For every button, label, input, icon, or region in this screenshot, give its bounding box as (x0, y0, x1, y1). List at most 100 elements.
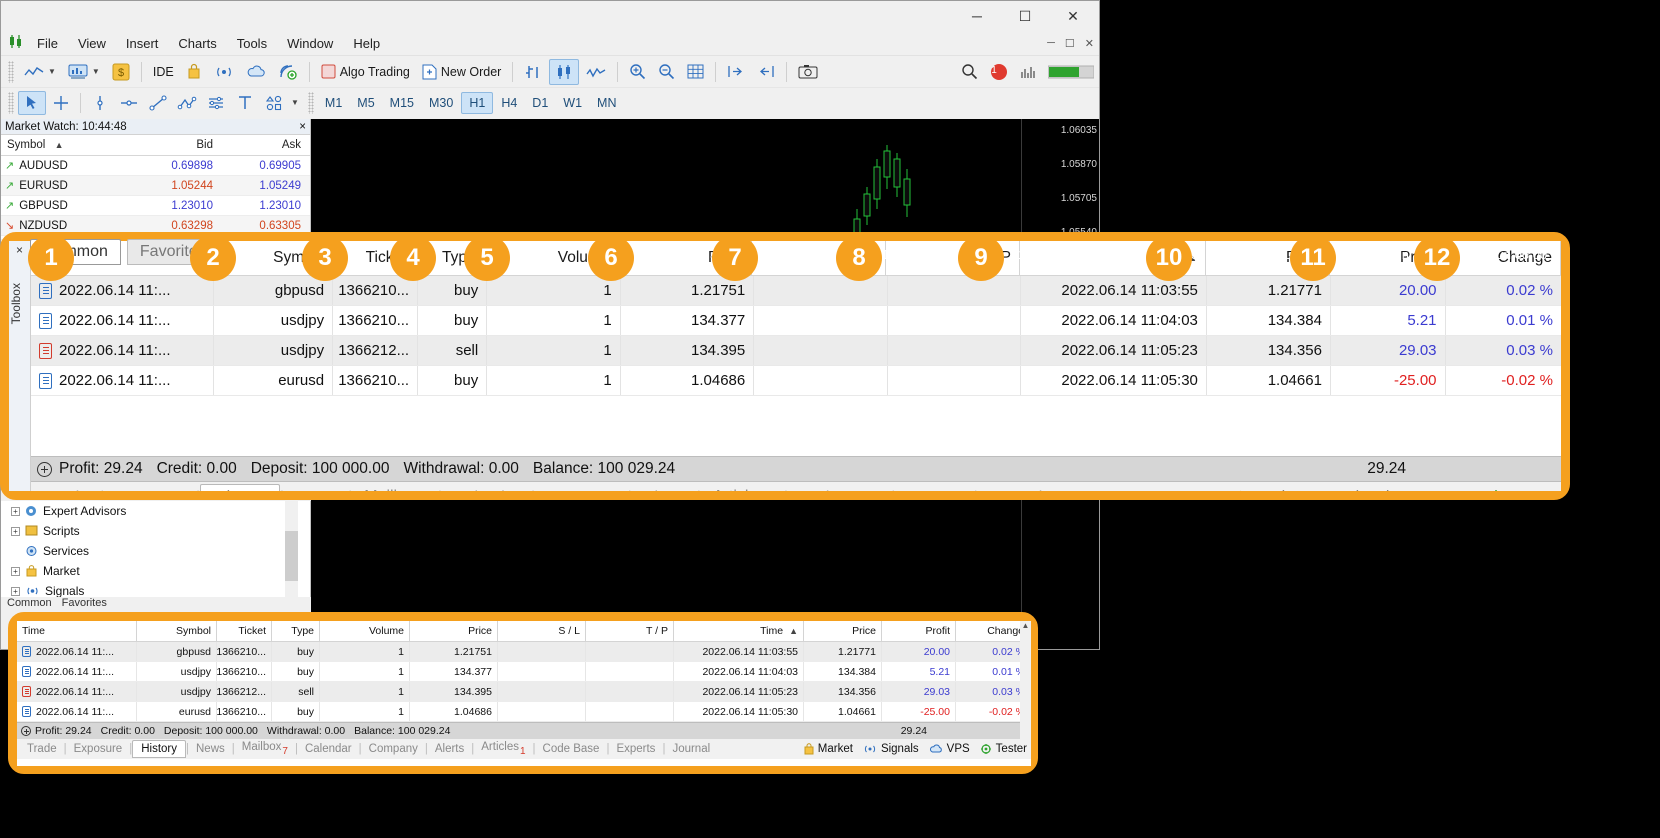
toolbox-tester-link[interactable]: Tester (1487, 489, 1555, 491)
screenshot-icon[interactable] (793, 59, 823, 85)
table-row[interactable]: 2022.06.14 11:... usdjpy 1366210... buy … (31, 306, 1561, 336)
navigator-tab-favorites[interactable]: Favorites (62, 597, 107, 611)
candlestick-chart-icon[interactable] (549, 58, 580, 85)
table-row-small[interactable]: 2022.06.14 11:... eurusd 1366210... buy … (17, 702, 1031, 722)
mw-header-bid[interactable]: Bid (131, 139, 221, 151)
tab-experts[interactable]: Experts (895, 486, 973, 491)
navigator-item-expert-advisors[interactable]: + Expert Advisors (1, 501, 310, 521)
signals-icon[interactable] (209, 59, 239, 85)
mdi-close-button[interactable]: ✕ (1080, 37, 1099, 50)
tab-mailbox-small[interactable]: Mailbox7 (235, 740, 295, 757)
toolbox-close-icon[interactable]: × (9, 241, 30, 257)
tab-calendar-small[interactable]: Calendar (298, 742, 359, 756)
tab-history[interactable]: History (200, 483, 280, 491)
navigator-item-services[interactable]: Services (1, 541, 310, 561)
col-header-price-open-small[interactable]: Price (410, 621, 498, 641)
col-header-price-close-small[interactable]: Price (804, 621, 882, 641)
navigator-tab-common[interactable]: Common (7, 597, 52, 611)
currency-icon[interactable]: $ (107, 59, 135, 85)
expand-summary-icon-small[interactable] (21, 726, 31, 736)
vps-cloud-icon[interactable] (241, 59, 271, 85)
crosshair-tool-icon[interactable] (47, 91, 75, 115)
col-header-profit-small[interactable]: Profit (882, 621, 956, 641)
expand-icon[interactable]: + (11, 586, 20, 596)
toolbox-market-link[interactable]: Market (1233, 489, 1303, 491)
market-watch-row[interactable]: ↗ EURUSD 1.05244 1.05249 (1, 176, 310, 196)
timeframe-m15[interactable]: M15 (383, 93, 421, 113)
toolbox-signals-link-small[interactable]: Signals (863, 743, 919, 755)
chevron-down-icon-2[interactable]: ▼ (92, 67, 100, 76)
shapes-chevron-down-icon[interactable]: ▼ (291, 98, 299, 107)
timeframe-d1[interactable]: D1 (525, 93, 555, 113)
col-header-change-small[interactable]: Change (956, 621, 1030, 641)
ide-button[interactable]: IDE (148, 59, 179, 85)
col-header-change[interactable]: Change (1445, 241, 1561, 275)
tab-journal[interactable]: Journal (978, 486, 1054, 491)
menu-item-insert[interactable]: Insert (116, 33, 169, 54)
chart-template-icon[interactable]: ▼ (63, 59, 105, 85)
toolbox-market-link-small[interactable]: Market (804, 743, 853, 755)
tab-exposure[interactable]: Exposure (104, 486, 196, 491)
tab-articles-small[interactable]: Articles1 (474, 740, 532, 757)
mw-header-symbol[interactable]: Symbol ▲ (1, 139, 131, 151)
market-bag-icon[interactable] (181, 59, 207, 85)
shift-end-icon[interactable] (722, 59, 750, 85)
col-header-symbol-small[interactable]: Symbol (137, 621, 217, 641)
mdi-maximize-button[interactable]: ☐ (1060, 37, 1080, 50)
col-header-time-close-small[interactable]: Time ▲ (674, 621, 804, 641)
tab-company[interactable]: Company (535, 486, 627, 491)
chevron-down-icon[interactable]: ▼ (48, 67, 56, 76)
tab-news-small[interactable]: News (189, 742, 232, 756)
tab-alerts-small[interactable]: Alerts (428, 742, 471, 756)
window-minimize-button[interactable]: ─ (953, 1, 1001, 31)
table-row-small[interactable]: 2022.06.14 11:... gbpusd 1366210... buy … (17, 642, 1031, 662)
text-tool-icon[interactable] (231, 91, 259, 115)
channel-icon[interactable] (202, 91, 230, 115)
col-header-sl-small[interactable]: S / L (498, 621, 586, 641)
table-row[interactable]: 2022.06.14 11:... usdjpy 1366212... sell… (31, 336, 1561, 366)
vertical-line-icon[interactable] (86, 91, 114, 115)
timeframe-m1[interactable]: M1 (318, 93, 349, 113)
tab-news[interactable]: News (284, 486, 348, 491)
market-watch-close-icon[interactable]: × (299, 121, 306, 133)
market-watch-row[interactable]: ↗ AUDUSD 0.69898 0.69905 (1, 156, 310, 176)
tab-articles[interactable]: Articles1 (701, 485, 784, 491)
scroll-up-icon[interactable]: ▲ (1020, 621, 1031, 630)
table-row[interactable]: 2022.06.14 11:... gbpusd 1366210... buy … (31, 276, 1561, 306)
col-header-tp-small[interactable]: T / P (586, 621, 674, 641)
bar-chart-icon[interactable] (519, 59, 547, 85)
chart-type-line-icon[interactable]: ▼ (19, 59, 61, 85)
menu-item-help[interactable]: Help (343, 33, 390, 54)
navigator-scrollbar-thumb[interactable] (285, 531, 298, 581)
tab-history-small[interactable]: History (132, 740, 186, 758)
zoom-in-icon[interactable] (624, 59, 651, 85)
line-chart-icon[interactable] (581, 59, 611, 85)
tab-trade[interactable]: Trade (35, 486, 100, 491)
tab-exposure-small[interactable]: Exposure (67, 742, 130, 756)
navigator-item-market[interactable]: + Market (1, 561, 310, 581)
timeframe-grip[interactable] (307, 91, 314, 114)
tab-company-small[interactable]: Company (362, 742, 425, 756)
copy-signal-icon[interactable] (273, 59, 303, 85)
timeframe-h4[interactable]: H4 (494, 93, 524, 113)
small-panel-scrollbar[interactable]: ▲ (1020, 621, 1031, 745)
menu-item-window[interactable]: Window (277, 33, 343, 54)
col-header-volume-small[interactable]: Volume (320, 621, 410, 641)
tab-journal-small[interactable]: Journal (665, 742, 717, 756)
notifications-icon[interactable]: 1 (985, 59, 1013, 85)
drawing-toolbar-grip[interactable] (8, 91, 14, 114)
menu-item-charts[interactable]: Charts (168, 33, 226, 54)
expand-summary-icon[interactable] (37, 461, 52, 477)
menu-item-view[interactable]: View (68, 33, 116, 54)
tab-calendar[interactable]: Calendar (442, 486, 531, 491)
toolbox-signals-link[interactable]: Signals (1319, 489, 1397, 491)
expand-icon[interactable]: + (11, 506, 20, 516)
table-row-small[interactable]: 2022.06.14 11:... usdjpy 1366210... buy … (17, 662, 1031, 682)
new-order-button[interactable]: New Order (417, 59, 506, 85)
expand-icon[interactable]: + (11, 526, 20, 536)
toolbox-vps-link[interactable]: VPS (1413, 489, 1471, 491)
menu-item-tools[interactable]: Tools (227, 33, 277, 54)
navigator-item-scripts[interactable]: + Scripts (1, 521, 310, 541)
tab-alerts[interactable]: Alerts (632, 486, 697, 491)
tab-mailbox[interactable]: Mailbox7 (352, 485, 438, 491)
